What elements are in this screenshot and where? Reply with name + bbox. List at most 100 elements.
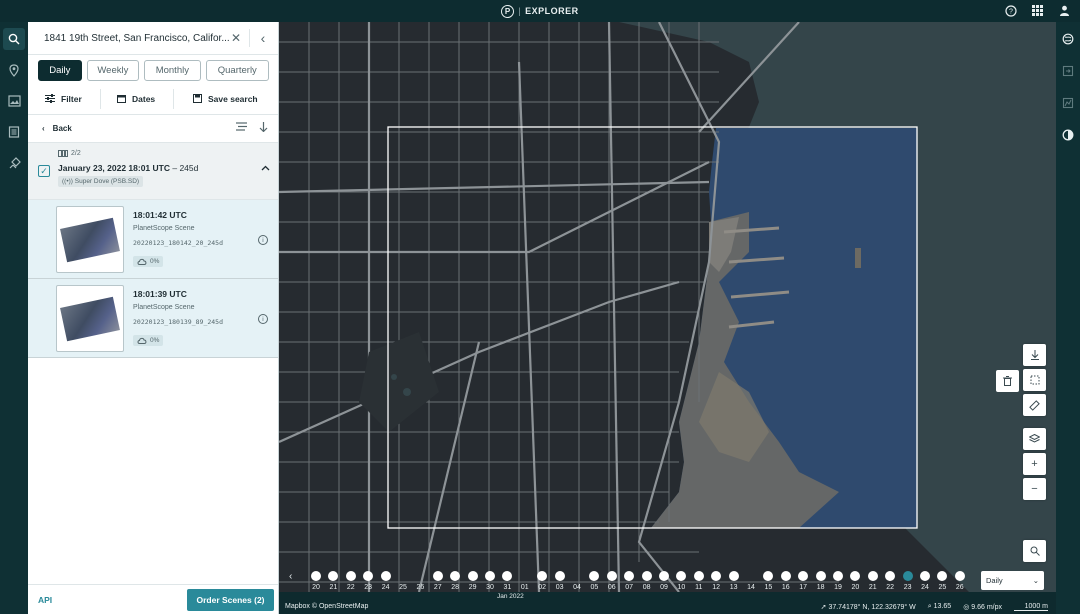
timeline-dot[interactable] [798,571,809,581]
search-icon[interactable] [3,28,25,50]
timeline-dot[interactable] [728,571,739,581]
measure-button[interactable] [1023,394,1046,416]
timeline-dot[interactable] [937,571,948,581]
timeline-dot[interactable] [850,571,861,581]
chevron-up-icon[interactable] [261,163,270,174]
timeline-day-label: 05 [590,584,599,591]
timeline-dot[interactable] [676,571,687,581]
timeline-dot[interactable] [311,571,321,581]
timeline-day-label: 09 [660,584,668,591]
info-icon[interactable]: i [258,235,268,245]
timeline-dot[interactable] [502,571,513,581]
delete-aoi-button[interactable] [996,370,1019,392]
resolution-value: 9.66 m/px [971,603,1002,611]
timeline-dot[interactable] [606,571,617,581]
timeline-prev-icon[interactable]: ‹ [289,571,292,582]
timeline-dot[interactable] [763,571,774,581]
timeline-dot[interactable] [954,571,965,581]
timeline-dot[interactable] [920,571,930,581]
account-icon[interactable] [1057,3,1072,18]
analysis-icon[interactable] [1057,92,1079,114]
scene-row[interactable]: 18:01:42 UTC PlanetScope Scene 20220123_… [28,200,278,279]
trash-icon [1003,376,1012,386]
cloud-cover-value: 0% [150,258,160,265]
basemap-icon[interactable] [1057,28,1079,50]
save-search-button[interactable]: Save search [174,94,258,104]
dates-button[interactable]: Dates [101,94,173,104]
timeline-day-label: 06 [607,584,616,591]
timeline-dot[interactable] [815,571,826,581]
timeline-dot[interactable] [537,571,548,581]
timeline-day-label: 26 [955,584,964,591]
period-monthly-button[interactable]: Monthly [144,60,201,81]
timeline-day-label: 14 [747,584,755,591]
sort-down-icon[interactable] [259,122,268,135]
draw-aoi-button[interactable] [1023,369,1046,391]
period-daily-button[interactable]: Daily [38,60,82,81]
info-icon[interactable]: i [258,314,268,324]
api-link[interactable]: API [38,595,52,605]
timeline-dot[interactable] [711,571,722,581]
group-select-checkbox[interactable]: ✓ [38,165,50,177]
apps-grid-icon[interactable] [1030,3,1045,18]
zoom-in-button[interactable]: + [1023,453,1046,475]
timeline-dot[interactable] [780,571,791,581]
timeline-dot[interactable] [659,571,669,581]
group-date: January 23, 2022 18:01 UTC – 245d [58,163,198,173]
zoom-to-fit-button[interactable] [1023,540,1046,562]
scene-group-header[interactable]: ✓ 2/2 January 23, 2022 18:01 UTC – 245d … [28,143,278,200]
scene-type: PlanetScope Scene [133,225,195,232]
orders-icon[interactable] [3,121,25,143]
help-icon[interactable]: ? [1003,3,1018,18]
location-search-input[interactable] [44,32,229,44]
period-quarterly-button[interactable]: Quarterly [205,60,269,81]
timeline-dot[interactable] [641,571,652,581]
coordinates-readout: ➚ 37.74178° N, 122.32679° W [820,603,916,611]
search-toolbar: Filter Dates Save search [28,83,278,115]
filter-button[interactable]: Filter [38,94,100,104]
time-lapse-icon[interactable] [1057,124,1079,146]
timeline-interval-select[interactable]: Daily ⌄ [981,571,1044,590]
timeline-dot[interactable] [450,571,461,581]
map-attribution[interactable]: Mapbox © OpenStreetMap [285,603,368,610]
tasking-icon[interactable] [3,152,25,174]
order-scenes-button[interactable]: Order Scenes (2) [187,588,274,611]
timeline-dot[interactable] [328,571,339,581]
list-view-icon[interactable] [236,122,247,135]
clear-search-icon[interactable]: ✕ [229,31,243,45]
zoom-readout: ⌕ 13.65 [927,602,952,610]
scene-thumbnail [56,206,124,273]
timeline-dot[interactable] [867,571,878,581]
timeline-dot[interactable] [693,571,704,581]
timeline-dot[interactable] [345,571,356,581]
timeline-dot[interactable] [885,571,896,581]
timeline-dot[interactable] [554,571,565,581]
collapse-panel-icon[interactable]: ‹ [256,30,270,46]
map-canvas[interactable] [279,22,1056,592]
timeline-day-label: 21 [868,584,877,591]
timeline-dot-selected[interactable] [902,571,913,581]
period-weekly-button[interactable]: Weekly [86,60,140,81]
back-button[interactable]: ‹ Back [42,124,72,133]
timeline-dot[interactable] [485,571,495,581]
download-aoi-button[interactable] [1023,344,1046,366]
timeline-dot[interactable] [467,571,478,581]
map-basemap[interactable] [279,22,1056,592]
timeline-dot[interactable] [624,571,635,581]
timeline-dot[interactable] [432,571,443,581]
timeline-day-label: 01 [520,584,529,591]
export-icon[interactable] [1057,60,1079,82]
image-library-icon[interactable] [3,90,25,112]
timeline-day-label: 24 [381,584,390,591]
timeline-dot[interactable] [380,571,391,581]
filter-label: Filter [61,93,82,104]
places-icon[interactable] [3,59,25,81]
timeline-day-label: 20 [312,584,320,591]
layers-button[interactable] [1023,428,1046,450]
timeline-dot[interactable] [589,571,600,581]
scene-row[interactable]: 18:01:39 UTC PlanetScope Scene 20220123_… [28,279,278,358]
filter-icon [45,94,55,103]
timeline-dot[interactable] [363,571,374,581]
zoom-out-button[interactable]: − [1023,478,1046,500]
timeline-dot[interactable] [833,571,843,581]
